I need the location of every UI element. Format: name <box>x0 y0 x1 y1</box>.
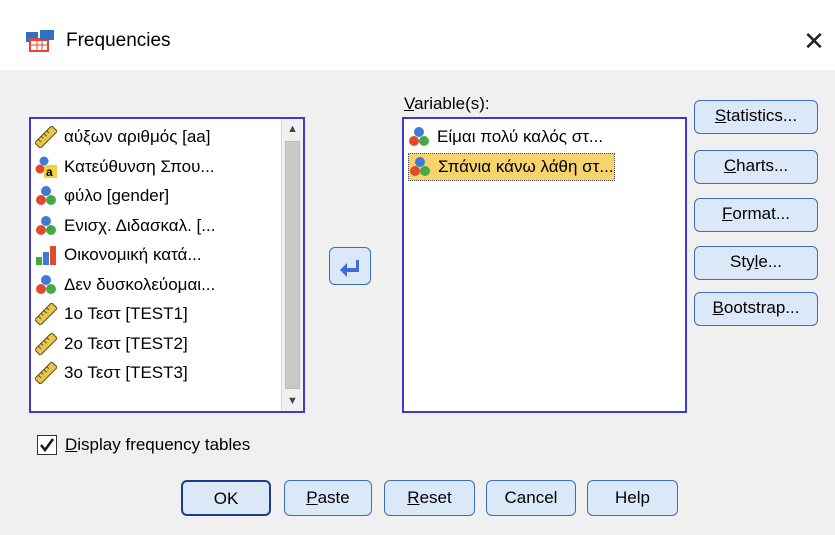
scale-ruler-icon <box>34 361 58 385</box>
source-variable-item-label: 1ο Τεστ [TEST1] <box>64 304 188 323</box>
selected-variable-item-label: Είμαι πολύ καλός στ... <box>437 127 604 146</box>
source-variable-item[interactable]: Οικονομική κατά... <box>35 241 202 269</box>
statistics-button[interactable]: Statistics... <box>694 100 818 134</box>
source-variable-item[interactable]: 2ο Τεστ [TEST2] <box>34 330 188 358</box>
nominal-string-icon: a <box>35 156 57 179</box>
nominal-icon <box>35 215 57 237</box>
scale-ruler-icon <box>34 332 58 355</box>
scroll-thumb[interactable] <box>285 141 300 389</box>
close-button[interactable]: ✕ <box>800 28 828 56</box>
selected-variable-item[interactable]: Σπάνια κάνω λάθη στ... <box>408 152 615 181</box>
nominal-icon <box>35 185 57 207</box>
nominal-icon <box>409 156 431 178</box>
source-variable-item[interactable]: Ενισχ. Διδασκαλ. [... <box>35 212 215 240</box>
window-title: Frequencies <box>66 30 171 51</box>
source-list-scrollbar[interactable]: ▲ ▼ <box>281 119 303 411</box>
nominal-icon <box>35 274 57 296</box>
selected-variable-item[interactable]: Είμαι πολύ καλός στ... <box>408 123 603 151</box>
scroll-down-arrow-icon[interactable]: ▼ <box>282 391 303 411</box>
help-button[interactable]: Help <box>587 480 678 516</box>
ordinal-icon <box>35 244 57 266</box>
source-variable-item-label: φύλο [gender] <box>64 186 170 205</box>
bootstrap-button[interactable]: Bootstrap... <box>694 292 818 326</box>
arrow-left-icon <box>340 260 359 277</box>
source-variable-item[interactable]: 1ο Τεστ [TEST1] <box>34 300 188 328</box>
source-variable-item-label: Δεν δυσκολεύομαι... <box>64 274 216 294</box>
selected-variable-item-label: Σπάνια κάνω λάθη στ... <box>438 156 614 176</box>
frequencies-dialog: Frequencies ✕ αύξων αριθμός [aa] a Κατεύθυ… <box>0 0 835 535</box>
svg-text:a: a <box>46 165 53 178</box>
source-variable-item[interactable]: 3ο Τεστ [TEST3] <box>34 359 188 387</box>
format-button[interactable]: Format... <box>694 198 818 232</box>
source-variable-list[interactable]: αύξων αριθμός [aa] a Κατεύθυνση Σπου... φύλ… <box>29 117 305 413</box>
source-variable-item[interactable]: Δεν δυσκολεύομαι... <box>35 271 215 299</box>
source-variable-item-label: 3ο Τεστ [TEST3] <box>64 363 188 382</box>
source-variable-item[interactable]: αύξων αριθμός [aa] <box>34 123 211 151</box>
variables-label: Variable(s): <box>404 94 490 113</box>
ok-button[interactable]: OK <box>181 480 271 516</box>
move-variable-button[interactable] <box>329 247 371 285</box>
display-frequency-tables-option[interactable]: Display frequency tables <box>37 435 250 455</box>
nominal-icon <box>408 126 430 148</box>
source-variable-item-label: 2ο Τεστ [TEST2] <box>64 333 188 353</box>
style-button[interactable]: Style... <box>694 246 818 280</box>
dialog-body: αύξων αριθμός [aa] a Κατεύθυνση Σπου... φύλ… <box>0 70 835 535</box>
display-frequency-tables-checkbox[interactable] <box>37 435 57 455</box>
title-bar: Frequencies ✕ <box>0 0 835 70</box>
scroll-up-arrow-icon[interactable]: ▲ <box>282 119 303 139</box>
source-variable-item-label: Κατεύθυνση Σπου... <box>64 156 215 176</box>
source-variable-item[interactable]: a Κατεύθυνση Σπου... <box>35 153 215 181</box>
scale-ruler-icon <box>34 302 58 326</box>
source-variable-item-label: Ενισχ. Διδασκαλ. [... <box>64 215 216 235</box>
reset-button[interactable]: Reset <box>384 480 475 516</box>
source-variable-item-label: Οικονομική κατά... <box>64 245 202 264</box>
checkmark-icon <box>39 438 55 453</box>
source-variable-item[interactable]: φύλο [gender] <box>35 182 169 210</box>
charts-button[interactable]: Charts... <box>694 150 818 184</box>
cancel-button[interactable]: Cancel <box>486 480 576 516</box>
source-variable-item-label: αύξων αριθμός [aa] <box>64 127 211 146</box>
display-frequency-tables-label: Display frequency tables <box>65 435 251 454</box>
scale-ruler-icon <box>34 125 58 149</box>
paste-button[interactable]: Paste <box>284 480 372 516</box>
frequencies-app-icon <box>26 30 54 52</box>
selected-variables-list[interactable]: Είμαι πολύ καλός στ... Σπάνια κάνω λάθη σ… <box>402 117 687 413</box>
